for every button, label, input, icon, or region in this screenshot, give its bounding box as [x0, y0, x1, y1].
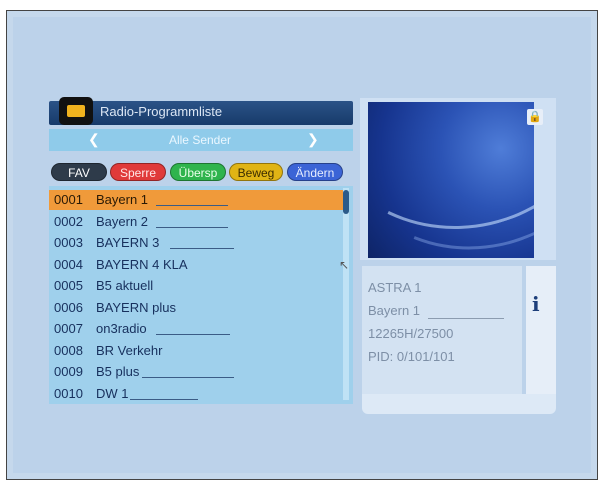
channel-row[interactable]: 0009 B5 plus [49, 362, 343, 382]
channel-name: DW 1 [96, 385, 129, 401]
channel-number: 0006 [54, 299, 83, 315]
name-underline [156, 205, 228, 206]
fav-button[interactable]: FAV [51, 163, 107, 181]
lock-button[interactable]: Sperre [110, 163, 166, 181]
chevron-left-icon[interactable]: ❮ [88, 131, 100, 148]
channel-name: Bayern 2 [96, 213, 149, 229]
name-underline [130, 398, 198, 400]
scrollbar-thumb[interactable] [343, 190, 349, 214]
info-icon: i [532, 292, 540, 316]
menu-title: Radio-Programmliste [100, 104, 223, 119]
chevron-right-icon[interactable]: ❯ [307, 131, 319, 148]
channel-row[interactable]: 0003 BAYERN 3 [49, 233, 343, 253]
channel-number: 0010 [54, 385, 83, 401]
channel-name: B5 aktuell [96, 278, 154, 293]
channel-number: 0007 [54, 321, 83, 336]
channel-number: 0008 [54, 342, 83, 358]
channel-name: BR Verkehr [96, 342, 163, 358]
channel-number: 0004 [54, 256, 83, 272]
scrollbar-track[interactable] [343, 188, 349, 400]
channel-row[interactable]: 0007 on3radio [49, 319, 343, 339]
channel-row[interactable]: 0002 Bayern 2 [49, 212, 343, 232]
channel-row[interactable]: 0004 BAYERN 4 KLA [49, 255, 343, 275]
channel-row[interactable]: 0001 Bayern 1 [49, 190, 343, 210]
channel-row[interactable]: 0005 B5 aktuell [49, 276, 343, 296]
channel-name: BAYERN 4 KLA [96, 256, 188, 272]
info-strip [526, 266, 556, 399]
name-underline [170, 248, 234, 249]
channel-name: on3radio [96, 321, 147, 336]
channel-number: 0009 [54, 364, 83, 379]
channel-row[interactable]: 0008 BR Verkehr [49, 341, 343, 361]
channel-name: BAYERN plus [96, 299, 176, 315]
name-underline [142, 377, 234, 378]
channel-number: 0003 [54, 235, 83, 250]
name-underline [156, 226, 228, 228]
channel-name: B5 plus [96, 364, 140, 379]
info-transponder: 12265H/27500 [368, 326, 454, 341]
edit-button[interactable]: Ändern [287, 163, 343, 181]
info-satellite: ASTRA 1 [368, 280, 422, 295]
channel-number: 0001 [54, 192, 83, 207]
group-selector-label: Alle Sender [168, 133, 232, 147]
channel-name: Bayern 1 [96, 192, 149, 207]
info-channel: Bayern 1 [368, 303, 421, 318]
channel-row[interactable]: 0010 DW 1 [49, 384, 343, 404]
channel-row[interactable]: 0006 BAYERN plus [49, 298, 343, 318]
skip-button[interactable]: Übersp [170, 163, 226, 181]
radio-icon [59, 97, 93, 125]
info-pid: PID: 0/101/101 [368, 349, 455, 364]
channel-name: BAYERN 3 [96, 235, 160, 250]
info-footer [362, 394, 556, 414]
mouse-cursor-icon: ↖ [339, 258, 350, 272]
channel-number: 0002 [54, 213, 83, 229]
name-underline [156, 334, 230, 335]
preview-window [368, 102, 534, 258]
channel-number: 0005 [54, 278, 83, 293]
move-button[interactable]: Beweg [229, 163, 283, 181]
lock-icon: 🔒 [527, 109, 543, 125]
